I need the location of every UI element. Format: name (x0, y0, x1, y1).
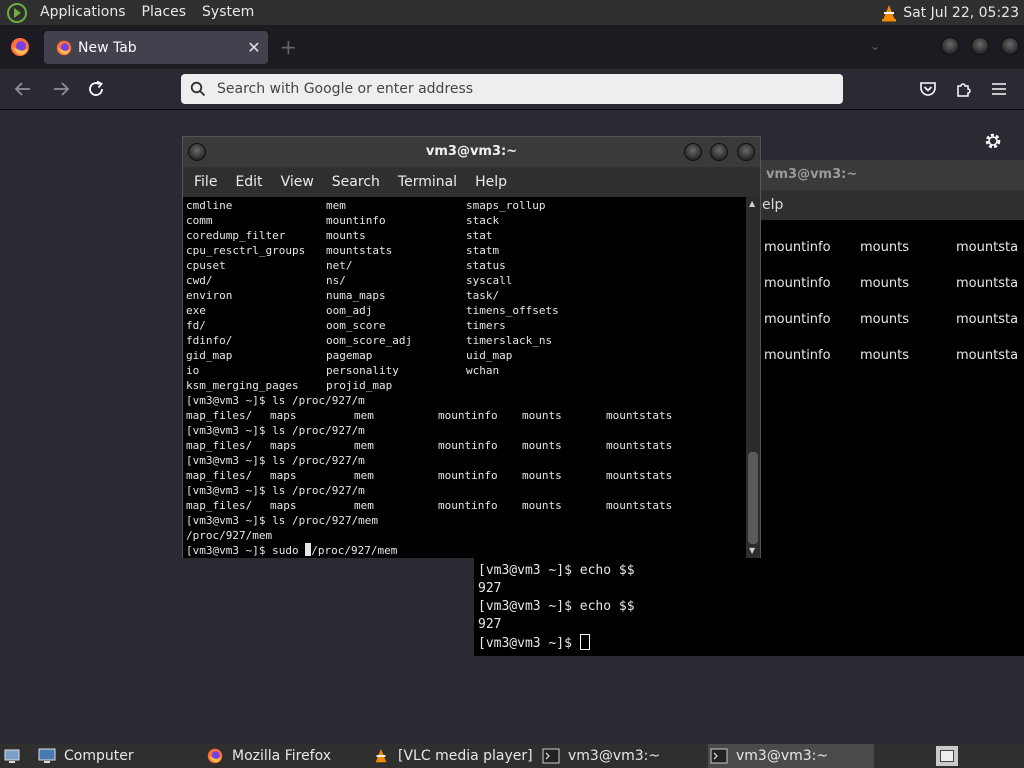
firefox-icon (207, 748, 223, 764)
forward-icon[interactable] (52, 81, 70, 97)
list-item: mountinfo mounts mountsta (764, 348, 1019, 363)
clock[interactable]: Sat Jul 22, 05:23 (897, 5, 1024, 21)
front-terminal-window[interactable]: vm3@vm3:~ File Edit View Search Terminal… (182, 136, 761, 558)
list-item: comm mountinfo stack (186, 214, 500, 227)
top-panel: Applications Places System Sat Jul 22, 0… (0, 0, 1024, 25)
show-desktop-icon[interactable] (4, 748, 20, 764)
close-window-button[interactable] (1001, 37, 1019, 55)
list-item: mountinfo mounts mountsta (764, 276, 1019, 291)
firefox-tab-bar: New Tab ✕ + ⌄ (0, 25, 1024, 69)
tab-new-tab[interactable]: New Tab ✕ (44, 31, 268, 64)
terminal-menubar: File Edit View Search Terminal Help (183, 167, 760, 197)
terminal-prompt-line: [vm3@vm3 ~]$ (478, 634, 635, 652)
list-item: mountinfo mounts mountsta (764, 312, 1019, 327)
list-item: map_files/maps mem mountinfo mounts mountsta… (186, 499, 673, 512)
list-item: mountinfo mounts mountsta (764, 240, 1019, 255)
firefox-nav-bar (0, 69, 1024, 110)
scroll-up-icon[interactable]: ▲ (749, 199, 755, 208)
menu-file[interactable]: File (185, 174, 226, 190)
vlc-icon (375, 748, 387, 763)
list-item: ksm_merging_pages projid_map (186, 379, 393, 392)
taskbar-item-terminal-1[interactable]: vm3@vm3:~ (542, 744, 702, 768)
terminal-scrollbar[interactable]: ▲ ▼ (746, 197, 760, 558)
vlc-icon[interactable] (881, 4, 897, 22)
menu-search[interactable]: Search (323, 174, 389, 190)
firefox-icon (56, 40, 72, 55)
places-menu[interactable]: Places (134, 0, 195, 25)
list-all-tabs-button[interactable]: ⌄ (870, 39, 880, 53)
terminal-prompt-line: [vm3@vm3 ~]$ ls /proc/927/m (186, 394, 365, 407)
menu-help[interactable]: Help (466, 174, 516, 190)
terminal-prompt-line: [vm3@vm3 ~]$ ls /proc/927/mem (186, 514, 379, 527)
back-icon[interactable] (14, 81, 32, 97)
scroll-thumb[interactable] (748, 452, 758, 544)
search-icon (181, 74, 215, 104)
list-item: cmdline mem smaps_rollup (186, 199, 546, 212)
back-help-menu[interactable]: elp (762, 197, 783, 213)
list-item: cpu_resctrl_groups mountstats statm (186, 244, 500, 257)
list-item: io personality wchan (186, 364, 500, 377)
menu-terminal[interactable]: Terminal (389, 174, 466, 190)
terminal-line: [vm3@vm3 ~]$ echo $$ (478, 599, 635, 614)
pocket-icon[interactable] (919, 80, 937, 98)
scroll-down-icon[interactable]: ▼ (749, 546, 755, 555)
window-menu-button[interactable] (188, 143, 206, 161)
terminal-cursor (579, 634, 590, 650)
terminal-prompt-line: [vm3@vm3 ~]$ ls /proc/927/m (186, 484, 365, 497)
workspace-1[interactable] (940, 750, 954, 762)
window-title: vm3@vm3:~ (425, 144, 518, 159)
terminal-output[interactable]: cmdline mem smaps_rollup comm mountinfo stac… (183, 197, 746, 558)
taskbar-item-terminal-2[interactable]: vm3@vm3:~ (708, 744, 874, 768)
applications-menu[interactable]: Applications (32, 0, 134, 25)
extensions-icon[interactable] (955, 80, 973, 98)
url-input[interactable] (215, 80, 815, 98)
back-terminal-prompt-area[interactable]: [vm3@vm3 ~]$ echo $$ 927 [vm3@vm3 ~]$ ec… (478, 562, 635, 652)
menu-icon[interactable] (991, 82, 1007, 96)
taskbar-item-computer[interactable]: Computer (38, 744, 188, 768)
bottom-taskbar: Computer Mozilla Firefox [VLC media play… (0, 744, 1024, 768)
system-menu[interactable]: System (194, 0, 262, 25)
new-tab-button[interactable]: + (280, 35, 297, 59)
close-button[interactable] (737, 143, 755, 161)
firefox-view-icon[interactable] (10, 37, 30, 57)
close-tab-icon[interactable]: ✕ (240, 38, 268, 57)
list-item: cpuset net/status (186, 259, 506, 272)
terminal-line: 927 (478, 581, 502, 596)
maximize-button[interactable] (710, 143, 728, 161)
terminal-icon (710, 748, 728, 764)
terminal-icon (542, 748, 560, 764)
distro-logo-icon[interactable] (6, 2, 28, 24)
terminal-input-line[interactable]: [vm3@vm3 ~]$ sudo /proc/927/mem (186, 543, 746, 558)
minimize-button[interactable] (684, 143, 702, 161)
gear-icon[interactable] (983, 131, 1003, 151)
terminal-output-line: /proc/927/mem (186, 529, 273, 542)
taskbar-item-vlc[interactable]: [VLC media player] (372, 744, 536, 768)
url-bar[interactable] (181, 74, 843, 104)
terminal-line: 927 (478, 617, 502, 632)
maximize-window-button[interactable] (971, 37, 989, 55)
list-item: coredump_filter mounts stat (186, 229, 493, 242)
terminal-line: [vm3@vm3 ~]$ echo $$ (478, 563, 635, 578)
tab-title: New Tab (78, 39, 137, 56)
minimize-window-button[interactable] (941, 37, 959, 55)
list-item: exe oom_adj timens_offsets (186, 304, 559, 317)
menu-view[interactable]: View (272, 174, 323, 190)
terminal-prompt-line: [vm3@vm3 ~]$ ls /proc/927/m (186, 424, 365, 437)
workspace-switcher[interactable] (936, 746, 958, 766)
menu-edit[interactable]: Edit (226, 174, 271, 190)
terminal-prompt-line: [vm3@vm3 ~]$ ls /proc/927/m (186, 454, 365, 467)
front-terminal-titlebar[interactable]: vm3@vm3:~ (183, 137, 760, 167)
back-terminal-output: mountinfo mounts mountsta mountinfo moun… (764, 240, 1024, 384)
list-item: fd/oom_score timers (186, 319, 506, 332)
list-item: map_files/maps mem mountinfo mounts mountsta… (186, 439, 673, 452)
computer-icon (38, 748, 56, 763)
list-item: environ numa_maps task/ (186, 289, 500, 302)
list-item: map_files/maps mem mountinfo mounts mountsta… (186, 409, 673, 422)
taskbar-item-firefox[interactable]: Mozilla Firefox (206, 744, 366, 768)
list-item: map_files/maps mem mountinfo mounts mountsta… (186, 469, 673, 482)
reload-icon[interactable] (87, 80, 105, 98)
list-item: gid_map pagemap uid_map (186, 349, 513, 362)
list-item: cwd/ns/syscall (186, 274, 513, 287)
list-item: fdinfo/oom_score_adj timerslack_ns (186, 334, 553, 347)
